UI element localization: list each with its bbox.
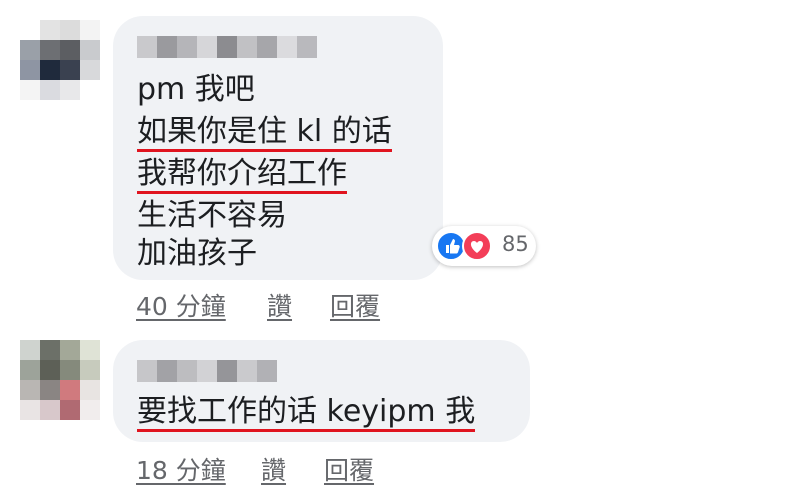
avatar[interactable] bbox=[20, 20, 100, 100]
reactions-summary[interactable]: 85 bbox=[432, 226, 536, 266]
highlight-underline: 我帮你介绍工作 bbox=[137, 156, 347, 194]
comment-text-line: 加油孩子 bbox=[137, 236, 257, 271]
like-link[interactable]: 讚 bbox=[261, 451, 286, 487]
comment-text-line: 要找工作的话 keyipm 我 bbox=[137, 392, 476, 432]
reply-link[interactable]: 回覆 bbox=[324, 451, 374, 487]
like-link[interactable]: 讚 bbox=[267, 287, 292, 323]
comment-bubble: 要找工作的话 keyipm 我 bbox=[113, 340, 530, 442]
reply-link[interactable]: 回覆 bbox=[330, 287, 380, 323]
highlight-underline: 如果你是住 kl 的话 bbox=[137, 114, 392, 152]
comment-bubble: pm 我吧 如果你是住 kl 的话 我帮你介绍工作 生活不容易 加油孩子 bbox=[113, 16, 443, 280]
reaction-count: 85 bbox=[502, 232, 529, 256]
comment-text-line: 如果你是住 kl 的话 bbox=[137, 112, 392, 152]
redacted-author-name[interactable] bbox=[137, 36, 317, 58]
comment-text-line: 我帮你介绍工作 bbox=[137, 154, 347, 194]
redacted-author-name[interactable] bbox=[137, 360, 277, 382]
comment-text-line: 生活不容易 bbox=[137, 198, 287, 233]
highlight-underline: 要找工作的话 keyipm 我 bbox=[137, 394, 476, 432]
comment-text-line: pm 我吧 bbox=[137, 72, 255, 107]
love-icon bbox=[462, 231, 492, 261]
comment-timestamp[interactable]: 18 分鐘 bbox=[136, 451, 226, 487]
avatar[interactable] bbox=[20, 340, 100, 420]
comment-timestamp[interactable]: 40 分鐘 bbox=[136, 287, 226, 323]
